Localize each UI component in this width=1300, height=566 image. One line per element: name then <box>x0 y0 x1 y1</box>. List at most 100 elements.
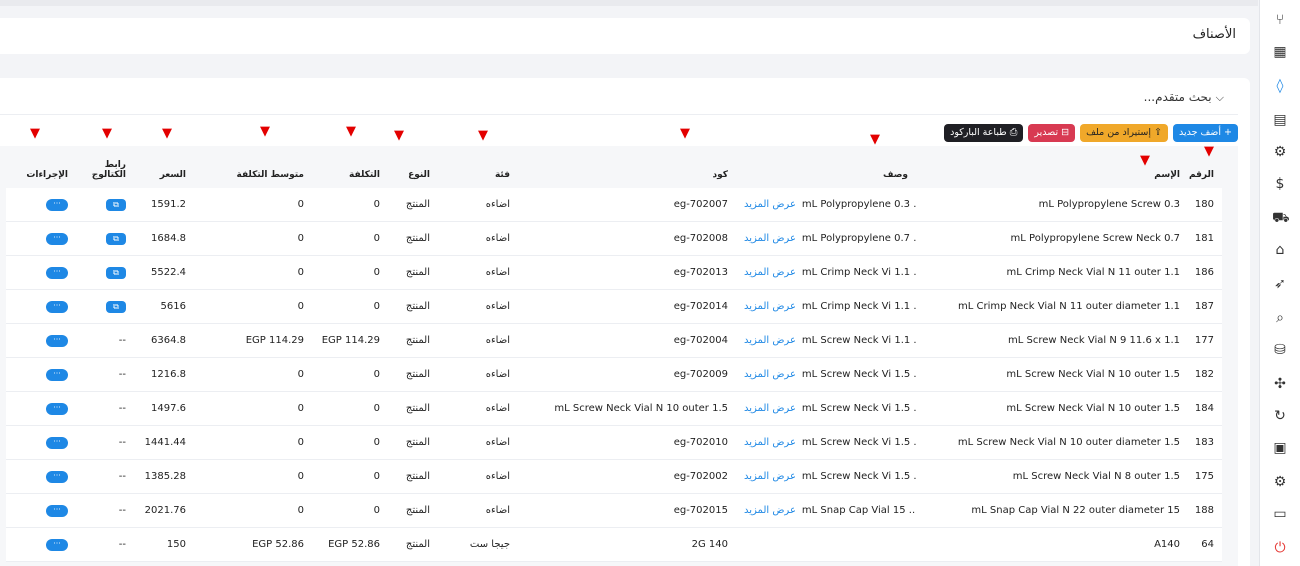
payment-icon[interactable]: ▣ <box>1272 440 1288 456</box>
cell-number: 177 <box>1188 324 1222 358</box>
cell-number: 186 <box>1188 256 1222 290</box>
search-doc-icon[interactable]: ⌕ <box>1272 310 1288 326</box>
show-more-link[interactable]: عرض المزيد <box>744 369 796 380</box>
cell-actions: ··· <box>6 222 76 256</box>
cell-actions: ··· <box>6 528 76 562</box>
actions-button[interactable]: ··· <box>46 471 68 483</box>
header-actions[interactable]: الإجراءات <box>6 146 76 188</box>
cell-type: المنتج <box>388 290 438 324</box>
cell-cost: EGP 114.29 <box>312 324 388 358</box>
show-more-link[interactable]: عرض المزيد <box>744 301 796 312</box>
add-new-button[interactable]: + أضف جديد <box>1172 124 1238 142</box>
catalog-link-icon[interactable]: ⧉ <box>106 300 126 313</box>
cell-actions: ··· <box>6 460 76 494</box>
power-icon[interactable]: ⏻ <box>1272 540 1288 556</box>
table-row: 177 mL Screw Neck Vial N 9 11.6 x 1.1 عرض … <box>6 324 1222 358</box>
print-barcode-button[interactable]: ⎙ طباعة الباركود <box>944 124 1024 142</box>
header-avg-cost[interactable]: متوسط التكلفة <box>194 146 312 188</box>
header-cost[interactable]: التكلفة <box>312 146 388 188</box>
divider <box>0 114 1238 115</box>
cell-catalog: -- <box>76 494 134 528</box>
actions-button[interactable]: ··· <box>46 369 68 381</box>
monitor-icon[interactable]: ▭ <box>1272 506 1288 522</box>
header-price[interactable]: السعر <box>134 146 194 188</box>
cell-type: المنتج <box>388 494 438 528</box>
export-button[interactable]: ⊟ تصدير <box>1028 124 1076 142</box>
cell-avg-cost: EGP 52.86 <box>194 528 312 562</box>
sort-arrow-icon: ▼ <box>1204 144 1214 159</box>
import-file-button[interactable]: ⇪ إستيراد من ملف <box>1080 124 1168 142</box>
catalog-link-icon[interactable]: ⧉ <box>106 198 126 211</box>
description-text: mL Polypropylene 0.7 ... <box>801 233 916 244</box>
cell-type: المنتج <box>388 256 438 290</box>
cell-code: eg-702014 <box>518 290 736 324</box>
cell-avg-cost: 0 <box>194 290 312 324</box>
actions-button[interactable]: ··· <box>46 335 68 347</box>
gear-icon[interactable]: ⚙ <box>1272 474 1288 490</box>
cell-name: A140 <box>916 528 1188 562</box>
actions-button[interactable]: ··· <box>46 539 68 551</box>
map-icon[interactable]: ▦ <box>1272 44 1288 60</box>
cell-actions: ··· <box>6 290 76 324</box>
rocket-icon[interactable]: ➶ <box>1272 276 1288 292</box>
puzzle-icon[interactable]: ✣ <box>1272 376 1288 392</box>
table-row: 180 mL Polypropylene Screw 0.3 عرض المزيد m… <box>6 188 1222 222</box>
currency-icon[interactable]: $ <box>1272 176 1288 192</box>
drop-icon[interactable]: ◊ <box>1272 78 1288 94</box>
catalog-link-icon[interactable]: ⧉ <box>106 232 126 245</box>
advanced-search-label: بحث متقدم... <box>1143 90 1212 104</box>
actions-button[interactable]: ··· <box>46 403 68 415</box>
cell-actions: ··· <box>6 392 76 426</box>
header-code[interactable]: كود <box>518 146 736 188</box>
actions-button[interactable]: ··· <box>46 233 68 245</box>
cell-category: اضاءه <box>438 256 518 290</box>
cell-catalog: -- <box>76 528 134 562</box>
show-more-link[interactable]: عرض المزيد <box>744 505 796 516</box>
sort-arrow-icon: ▼ <box>870 132 880 147</box>
show-more-link[interactable]: عرض المزيد <box>744 471 796 482</box>
cell-code: eg-702004 <box>518 324 736 358</box>
advanced-search-toggle[interactable]: ⌵بحث متقدم... <box>1144 90 1224 105</box>
header-description[interactable]: وصف <box>736 146 916 188</box>
cell-price: 5522.4 <box>134 256 194 290</box>
truck-icon[interactable]: ⛟ <box>1272 210 1290 226</box>
description-text: mL Snap Cap Vial 15 ... <box>801 505 916 516</box>
database-icon[interactable]: ⛁ <box>1272 342 1288 358</box>
toolbar: + أضف جديد ⇪ إستيراد من ملف ⊟ تصدير ⎙ طب… <box>944 124 1238 142</box>
cell-code: eg-702015 <box>518 494 736 528</box>
actions-button[interactable]: ··· <box>46 267 68 279</box>
cell-code: mL Screw Neck Vial N 10 outer 1.5 <box>518 392 736 426</box>
description-text: mL Crimp Neck Vi 1.1 ... <box>801 301 916 312</box>
actions-button[interactable]: ··· <box>46 437 68 449</box>
tag-icon[interactable]: ⌂ <box>1272 242 1288 258</box>
catalog-link-icon[interactable]: ⧉ <box>106 266 126 279</box>
cell-name: mL Screw Neck Vial N 10 outer 1.5 <box>916 358 1188 392</box>
cell-description: عرض المزيد mL Screw Neck Vi 1.5 ... <box>736 358 916 392</box>
settings-doc-icon[interactable]: ⚙ <box>1272 144 1288 160</box>
cell-avg-cost: 0 <box>194 222 312 256</box>
sort-arrow-icon: ▼ <box>102 126 112 141</box>
refresh-icon[interactable]: ↻ <box>1272 408 1288 424</box>
actions-button[interactable]: ··· <box>46 301 68 313</box>
cell-avg-cost: EGP 114.29 <box>194 324 312 358</box>
show-more-link[interactable]: عرض المزيد <box>744 267 796 278</box>
header-catalog[interactable]: رابط الكتالوج <box>76 146 134 188</box>
show-more-link[interactable]: عرض المزيد <box>744 335 796 346</box>
actions-button[interactable]: ··· <box>46 505 68 517</box>
show-more-link[interactable]: عرض المزيد <box>744 199 796 210</box>
cell-name: mL Screw Neck Vial N 10 outer diameter 1… <box>916 426 1188 460</box>
header-category[interactable]: فئة <box>438 146 518 188</box>
cell-description <box>736 528 916 562</box>
show-more-link[interactable]: عرض المزيد <box>744 437 796 448</box>
show-more-link[interactable]: عرض المزيد <box>744 233 796 244</box>
cell-code: eg-702007 <box>518 188 736 222</box>
cell-number: 180 <box>1188 188 1222 222</box>
actions-button[interactable]: ··· <box>46 199 68 211</box>
show-more-link[interactable]: عرض المزيد <box>744 403 796 414</box>
git-branch-icon[interactable]: ⑂ <box>1272 12 1288 28</box>
invoice-icon[interactable]: ▤ <box>1272 112 1288 128</box>
header-type[interactable]: النوع <box>388 146 438 188</box>
cell-actions: ··· <box>6 494 76 528</box>
title-bar: الأصناف <box>0 18 1250 54</box>
cell-code: eg-702002 <box>518 460 736 494</box>
